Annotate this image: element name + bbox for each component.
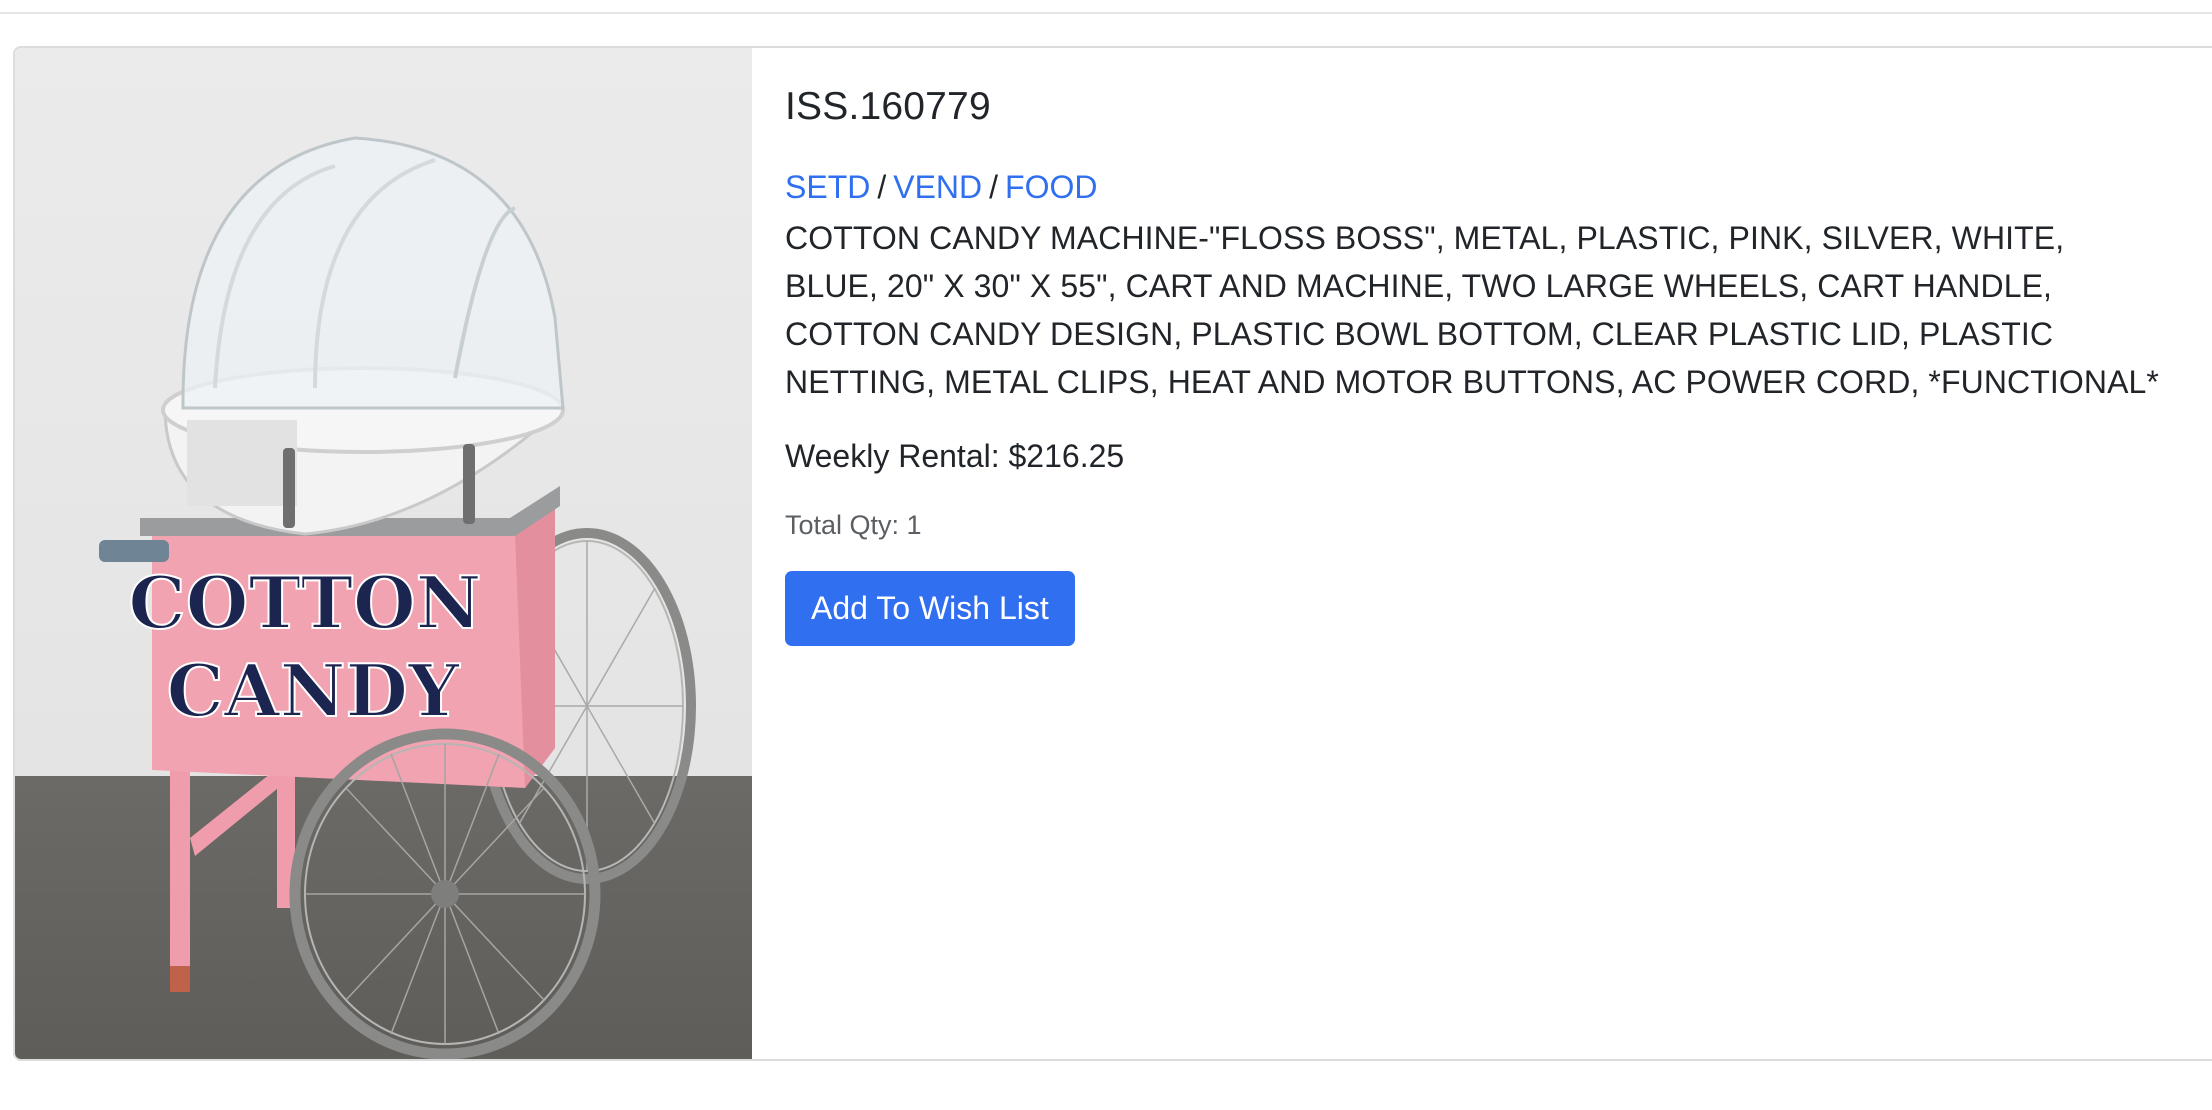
breadcrumb-link-vend[interactable]: VEND (893, 169, 982, 205)
bowl-label (187, 420, 297, 506)
cart-lettering-top: COTTON (128, 560, 481, 645)
add-to-wish-list-button[interactable]: Add To Wish List (785, 571, 1075, 647)
top-divider (0, 12, 2212, 14)
product-details: ISS.160779 SETD / VEND / FOOD COTTON CANDY M… (752, 48, 2212, 1059)
product-image[interactable]: COTTON CANDY (15, 48, 752, 1059)
clear-lid (181, 136, 565, 410)
cart-lettering-bottom: CANDY (167, 648, 461, 733)
product-description: COTTON CANDY MACHINE-"FLOSS BOSS", METAL… (785, 220, 2159, 401)
breadcrumb-separator: / (989, 168, 999, 205)
product-card: COTTON CANDY ISS.160779 SETD / VEND / FO… (13, 46, 2212, 1061)
item-code-heading: ISS.160779 (785, 85, 991, 128)
front-wheel (289, 728, 601, 1059)
breadcrumb-link-food[interactable]: FOOD (1005, 169, 1097, 205)
category-breadcrumb: SETD / VEND / FOOD (785, 167, 2166, 209)
breadcrumb-link-setd[interactable]: SETD (785, 169, 870, 205)
weekly-rental-price: Weekly Rental: $216.25 (785, 438, 1125, 475)
breadcrumb-separator: / (877, 168, 887, 205)
cart-handle (99, 540, 169, 562)
total-quantity: Total Qty: 1 (785, 510, 922, 541)
cotton-candy-cart-illustration: COTTON CANDY (99, 136, 696, 1059)
